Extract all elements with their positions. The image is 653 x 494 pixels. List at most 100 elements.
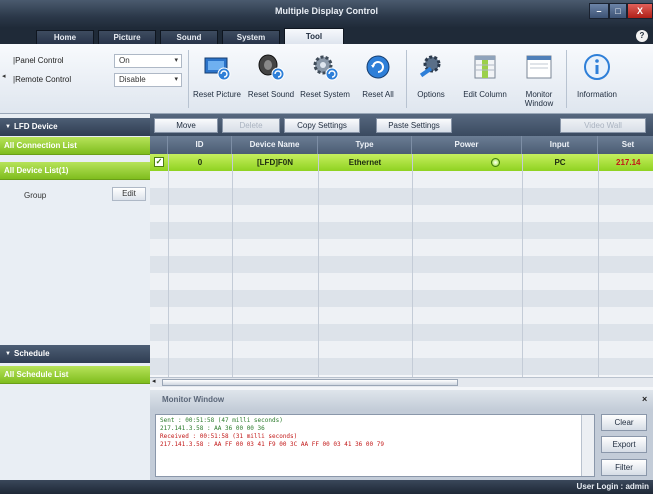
reset-all-icon [366,55,390,79]
table-row[interactable] [150,205,653,222]
table-row[interactable]: ✓ 0 [LFD]F0N Ethernet PC 217.14 [150,154,653,171]
ribbon-scroll-left-icon[interactable]: ◂ [2,72,8,82]
paste-settings-button[interactable]: Paste Settings [376,118,452,133]
close-button[interactable]: X [627,3,653,19]
dropdown-arrow-icon: ▾ [174,76,178,83]
monitor-window-button[interactable]: Monitor Window [516,48,562,110]
table-row[interactable] [150,188,653,205]
filter-button[interactable]: Filter [601,459,647,476]
cell-type: Ethernet [348,158,382,167]
log-line: 217.141.3.58 : AA 36 00 00 36 [160,425,265,432]
table-row[interactable] [150,341,653,358]
reset-sound-button[interactable]: Reset Sound [244,48,298,110]
monitor-window-icon [526,55,552,79]
scrollbar-thumb[interactable] [162,379,458,386]
device-grid: ID Device Name Type Power Input Set ✓ 0 … [150,136,653,390]
remote-control-label: |Remote Control [13,75,72,84]
tab-tool[interactable]: Tool [284,28,344,44]
panel-control-select[interactable]: On ▾ [114,54,182,68]
tab-bar: Home Picture Sound System Tool [0,28,653,44]
clear-button[interactable]: Clear [601,414,647,431]
all-schedule-list-item[interactable]: All Schedule List [0,366,150,384]
options-button[interactable]: Options [408,48,454,110]
monitor-window-label: Monitor Window [524,90,554,108]
cell-input: PC [554,158,566,167]
lfd-device-header-label: LFD Device [14,122,58,131]
maximize-button[interactable]: □ [609,3,627,19]
window-title: Multiple Display Control [274,6,378,16]
header-checkbox-column[interactable] [150,136,168,154]
collapse-triangle-icon: ▼ [5,351,11,357]
column-header-input[interactable]: Input [522,136,598,154]
table-row[interactable] [150,256,653,273]
group-edit-button[interactable]: Edit [112,187,146,201]
log-scrollbar[interactable] [581,415,594,476]
edit-column-icon [474,55,496,79]
reset-all-label: Reset All [362,90,394,99]
all-device-list-item[interactable]: All Device List(1) [0,162,150,180]
dropdown-arrow-icon: ▾ [174,57,178,64]
move-button[interactable]: Move [154,118,218,133]
lfd-device-header[interactable]: ▼ LFD Device [0,118,150,136]
schedule-header[interactable]: ▼ Schedule [0,345,150,363]
table-row[interactable] [150,222,653,239]
video-wall-button[interactable]: Video Wall [560,118,646,133]
tab-home[interactable]: Home [36,30,94,44]
table-row[interactable] [150,290,653,307]
close-icon[interactable]: × [642,394,647,404]
device-toolbar: Move Delete Copy Settings Paste Settings… [150,114,653,136]
title-bar: Multiple Display Control – □ X [0,0,653,28]
help-icon[interactable]: ? [636,30,648,42]
column-header-type[interactable]: Type [318,136,412,154]
reset-picture-button[interactable]: Reset Picture [190,48,244,110]
cell-id: 0 [197,158,203,167]
grid-header: ID Device Name Type Power Input Set [150,136,653,154]
ribbon-separator [188,50,189,108]
delete-button[interactable]: Delete [222,118,280,133]
all-connection-list-item[interactable]: All Connection List [0,137,150,155]
column-header-set[interactable]: Set [598,136,653,154]
edit-column-button[interactable]: Edit Column [458,48,512,110]
table-row[interactable] [150,324,653,341]
reset-all-button[interactable]: Reset All [352,48,404,110]
copy-settings-button[interactable]: Copy Settings [284,118,360,133]
information-button[interactable]: Information [568,48,626,110]
grid-divider [522,154,523,386]
row-checkbox[interactable]: ✓ [154,157,164,167]
table-row[interactable] [150,171,653,188]
tab-system[interactable]: System [222,30,280,44]
remote-control-select[interactable]: Disable ▾ [114,73,182,87]
monitor-window-header: Monitor Window × [150,390,653,410]
log-line: Received : 00:51:58 (31 milli seconds) [160,433,298,440]
reset-system-button[interactable]: Reset System [298,48,352,110]
ribbon-separator [566,50,567,108]
column-header-device-name[interactable]: Device Name [232,136,318,154]
schedule-header-label: Schedule [14,349,50,358]
user-login-status: User Login : admin [576,482,649,491]
tab-sound[interactable]: Sound [160,30,218,44]
monitor-window-panel: Monitor Window × Sent : 00:51:58 (47 mil… [150,390,653,480]
reset-picture-label: Reset Picture [192,90,242,99]
table-row[interactable] [150,307,653,324]
scroll-left-icon[interactable]: ◂ [152,377,156,385]
information-label: Information [576,90,618,99]
options-icon [419,55,441,78]
monitor-window-title: Monitor Window [162,395,225,404]
horizontal-scrollbar[interactable]: ◂ [150,377,653,387]
tool-ribbon: ◂ |Panel Control On ▾ |Remote Control Di… [0,44,653,114]
grid-divider [412,154,413,386]
table-row[interactable] [150,358,653,375]
power-on-indicator-icon [491,158,500,167]
table-row[interactable] [150,273,653,290]
reset-sound-icon [258,54,285,81]
minimize-button[interactable]: – [589,3,609,19]
table-row[interactable] [150,239,653,256]
tab-picture[interactable]: Picture [98,30,156,44]
export-button[interactable]: Export [601,436,647,453]
column-header-id[interactable]: ID [168,136,232,154]
column-header-power[interactable]: Power [412,136,522,154]
monitor-log[interactable]: Sent : 00:51:58 (47 milli seconds) 217.1… [155,414,595,477]
panel-control-value: On [119,56,130,65]
reset-sound-label: Reset Sound [247,90,295,99]
grid-divider [232,154,233,386]
